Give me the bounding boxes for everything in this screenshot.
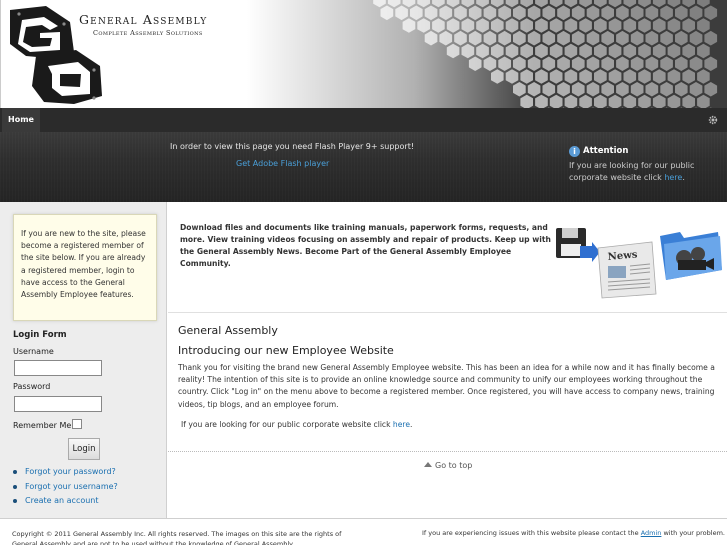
- hexagon-fade: [247, 0, 727, 108]
- support-contact-note: If you are experiencing issues with this…: [422, 529, 725, 537]
- username-input[interactable]: [14, 360, 102, 376]
- page: General Assembly Complete Assembly Solut…: [0, 0, 727, 545]
- copyright-notice: Copyright © 2011 General Assembly Inc. A…: [12, 530, 342, 545]
- site-header: General Assembly Complete Assembly Solut…: [0, 0, 727, 108]
- go-to-top-label: Go to top: [435, 461, 473, 470]
- corporate-note-text: If you are looking for our public corpor…: [181, 420, 393, 429]
- corporate-note-suffix: .: [410, 420, 413, 429]
- intro-note: If you are new to the site, please becom…: [13, 214, 157, 321]
- support-text: If you are experiencing issues with this…: [422, 529, 641, 537]
- gear-icon[interactable]: [708, 115, 718, 125]
- hexagon-pattern: [247, 0, 727, 108]
- attention-suffix: .: [682, 173, 685, 182]
- admin-contact-link[interactable]: Admin: [641, 529, 662, 537]
- flash-required-message: In order to view this page you need Flas…: [170, 142, 415, 151]
- password-label: Password: [13, 382, 51, 391]
- account-links: Forgot your password? Forgot your userna…: [12, 467, 118, 511]
- video-folder-icon: [660, 232, 722, 280]
- corporate-website-note: If you are looking for our public corpor…: [181, 420, 412, 429]
- divider: [168, 451, 727, 452]
- support-suffix: with your problem.: [661, 529, 725, 537]
- login-form-title: Login Form: [13, 330, 67, 340]
- create-account-link[interactable]: Create an account: [12, 496, 118, 511]
- attention-here-link[interactable]: here: [664, 173, 682, 182]
- floppy-disk-icon: [556, 228, 600, 262]
- attention-title: Attention: [583, 146, 629, 156]
- newspaper-icon: News: [597, 241, 657, 299]
- page-title: General Assembly: [178, 324, 278, 337]
- sidebar: If you are new to the site, please becom…: [0, 202, 167, 518]
- corporate-here-link[interactable]: here: [393, 420, 410, 429]
- login-button[interactable]: Login: [68, 438, 100, 460]
- feature-strip: Download files and documents like traini…: [168, 202, 727, 313]
- feature-text: Download files and documents like traini…: [180, 223, 551, 268]
- main-nav: Home: [0, 108, 727, 132]
- forgot-username-link[interactable]: Forgot your username?: [12, 482, 118, 497]
- remember-me-label: Remember Me: [13, 421, 72, 430]
- nav-item-home[interactable]: Home: [2, 108, 40, 132]
- go-to-top-link[interactable]: Go to top: [424, 461, 472, 470]
- username-label: Username: [13, 347, 54, 356]
- flash-banner: In order to view this page you need Flas…: [0, 132, 727, 202]
- attention-text: If you are looking for our public corpor…: [569, 160, 709, 184]
- site-footer: Copyright © 2011 General Assembly Inc. A…: [0, 518, 727, 545]
- remember-me-checkbox[interactable]: [72, 419, 82, 429]
- info-icon: i: [569, 146, 580, 157]
- arrow-up-icon: [424, 462, 432, 467]
- get-flash-link[interactable]: Get Adobe Flash player: [236, 159, 329, 168]
- forgot-password-link[interactable]: Forgot your password?: [12, 467, 118, 482]
- site-title[interactable]: General Assembly: [79, 12, 207, 27]
- article-body: Thank you for visiting the brand new Gen…: [178, 363, 715, 409]
- article-title: Introducing our new Employee Website: [178, 344, 394, 357]
- site-tagline: Complete Assembly Solutions: [93, 29, 203, 37]
- password-input[interactable]: [14, 396, 102, 412]
- main-content: General Assembly Introducing our new Emp…: [168, 313, 727, 518]
- feature-illustration: News: [556, 228, 722, 299]
